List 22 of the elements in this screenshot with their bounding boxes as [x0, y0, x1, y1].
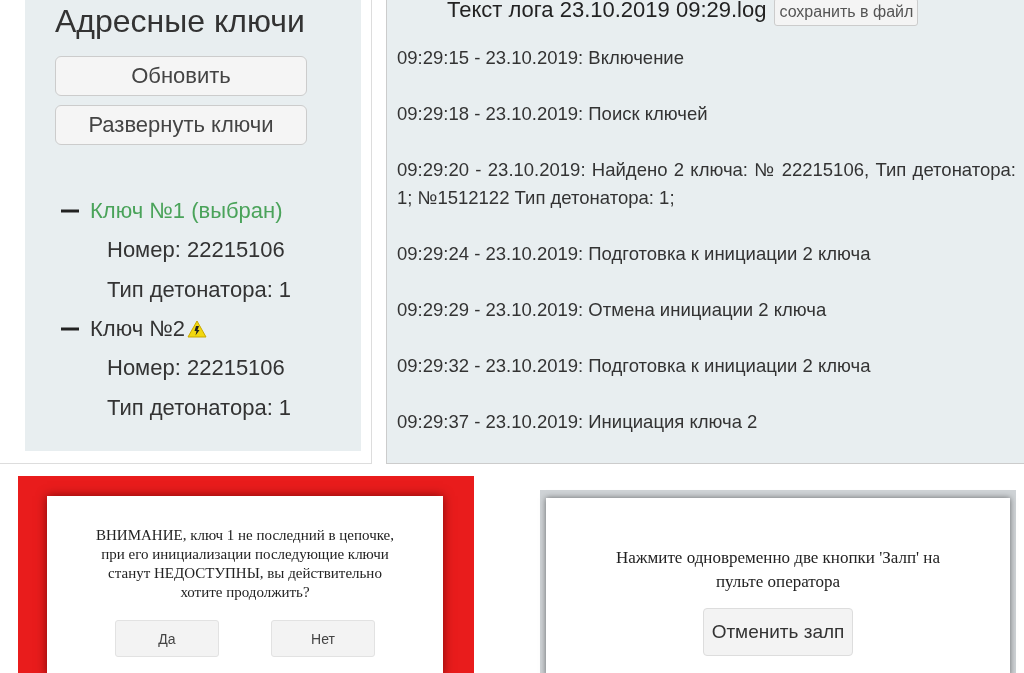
save-button[interactable]: сохранить в файл: [774, 0, 919, 26]
panel-title: Адресные ключи: [55, 2, 305, 40]
log-entry: 09:29:37 - 23.10.2019: Инициация ключа 2: [397, 410, 759, 434]
log-entry: 09:29:18 - 23.10.2019: Поиск ключей: [397, 102, 709, 126]
key-detail: Номер: 22215106: [107, 354, 286, 382]
log-entry: 09:29:29 - 23.10.2019: Отмена инициации 2 ключа: [397, 298, 828, 322]
key-detail: Номер: 22215106: [107, 236, 286, 264]
panel-button[interactable]: Развернуть ключи: [55, 105, 307, 145]
log-title: Текст лога 23.10.2019 09:29.log: [447, 0, 767, 24]
dialog-message: Нажмите одновременно две кнопки 'Залп' на пульте оператора: [615, 547, 941, 593]
log-entry: 09:29:24 - 23.10.2019: Подготовка к инициации 2 ключа: [397, 242, 872, 266]
dialog-button[interactable]: Да: [115, 620, 219, 657]
key-detail: Тип детонатора: 1: [107, 276, 292, 304]
log-entry: 09:29:32 - 23.10.2019: Подготовка к инициации 2 ключа: [397, 354, 872, 378]
dialog-message: ВНИМАНИЕ, ключ 1 не последний в цепочке, при его инициализации последующие ключи станут НЕДОСТУПНЫ, вы действительно хотите продолжить?: [94, 526, 395, 602]
dialog-button[interactable]: Нет: [271, 620, 375, 657]
key-item[interactable]: Ключ №2: [90, 316, 186, 342]
panel-button[interactable]: Обновить: [55, 56, 307, 96]
cancel-button[interactable]: Отменить залп: [702, 608, 854, 656]
log-entry: 09:29:15 - 23.10.2019: Включение: [397, 46, 685, 70]
key-detail: Тип детонатора: 1: [107, 394, 292, 422]
log-entry: 09:29:20 - 23.10.2019: Найдено 2 ключа: № 22215106, Тип детонатора: 1; №1512122 Тип детонатора: 1;: [397, 158, 1016, 210]
